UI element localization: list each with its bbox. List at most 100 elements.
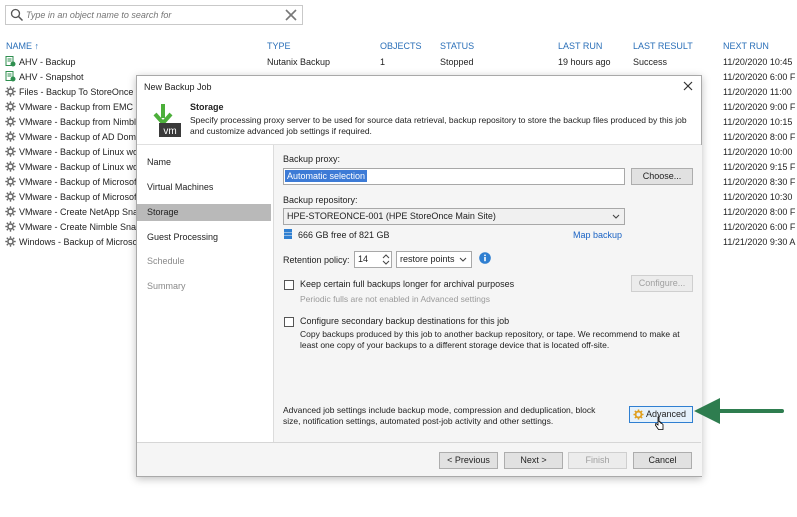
wizard-footer: < Previous Next > Finish Cancel: [137, 443, 701, 476]
secondary-destination-note: Copy backups produced by this job to ano…: [300, 329, 680, 350]
retention-policy-label: Retention policy:: [283, 255, 350, 265]
retention-count-stepper[interactable]: 14: [354, 251, 392, 268]
nav-item-label: Summary: [147, 281, 186, 291]
nutanix-job-icon: [5, 71, 16, 82]
annotation-arrow-icon: [694, 398, 784, 424]
cell-next-run: 11/20/2020 9:00 F: [723, 102, 796, 112]
nav-item-guest-processing[interactable]: Guest Processing: [137, 229, 271, 246]
gear-icon: [5, 101, 16, 112]
cell-next-run: 11/20/2020 6:00 F: [723, 72, 796, 82]
column-header-objects[interactable]: OBJECTS: [380, 41, 422, 51]
gear-icon: [5, 116, 16, 127]
cell-next-run: 11/20/2020 10:30: [723, 192, 793, 202]
chevron-down-icon: [459, 257, 467, 262]
wizard-content: Backup proxy: Automatic selection Choose…: [273, 145, 702, 476]
wizard-nav: Name Virtual Machines Storage Guest Proc…: [137, 145, 272, 476]
gear-icon: [633, 409, 644, 420]
nav-item-label: Guest Processing: [147, 232, 219, 242]
column-header-last-result[interactable]: LAST RESULT: [633, 41, 693, 51]
cell-next-run: 11/21/2020 9:30 A: [723, 237, 796, 247]
map-backup-link[interactable]: Map backup: [573, 230, 622, 240]
gear-icon: [5, 161, 16, 172]
advanced-settings-description: Advanced job settings include backup mod…: [283, 405, 596, 426]
gear-icon: [5, 221, 16, 232]
next-button[interactable]: Next >: [504, 452, 563, 469]
wizard-step-title: Storage: [190, 102, 224, 112]
backup-repository-label: Backup repository:: [283, 195, 358, 205]
nav-item-storage[interactable]: Storage: [137, 204, 271, 221]
nav-item-schedule[interactable]: Schedule: [137, 253, 271, 270]
cell-last-result: Success: [633, 57, 668, 67]
cell-name: VMware - Backup of Linux wo: [19, 147, 137, 157]
cell-name: VMware - Backup of Microsof: [19, 192, 137, 202]
finish-button[interactable]: Finish: [568, 452, 627, 469]
choose-proxy-button[interactable]: Choose...: [631, 168, 693, 185]
stepper-arrows-icon[interactable]: [382, 253, 390, 266]
cell-name: VMware - Backup of AD Doma: [19, 132, 137, 142]
chevron-down-icon: [612, 214, 620, 219]
nav-item-label: Name: [147, 157, 172, 167]
cell-name: VMware - Create Nimble Snap: [19, 222, 137, 232]
retention-unit-value: restore points: [400, 254, 455, 264]
advanced-button-label: Advanced: [646, 409, 687, 419]
column-header-last-run[interactable]: LAST RUN: [558, 41, 602, 51]
search-input[interactable]: [26, 8, 276, 22]
cell-type: Nutanix Backup: [267, 57, 331, 67]
gear-icon: [5, 191, 16, 202]
backup-repository-value: HPE-STOREONCE-001 (HPE StoreOnce Main Si…: [287, 211, 496, 221]
vm-logo-text: vm: [163, 126, 176, 137]
retention-unit-select[interactable]: restore points: [396, 251, 472, 268]
table-row[interactable]: AHV - Backup Nutanix Backup 1 Stopped 19 hou…: [0, 55, 797, 70]
search-icon: [10, 8, 24, 22]
cell-next-run: 11/20/2020 10:00: [723, 147, 793, 157]
secondary-destination-checkbox[interactable]: [284, 317, 294, 327]
cell-next-run: 11/20/2020 8:30 F: [723, 177, 796, 187]
nav-item-virtual-machines[interactable]: Virtual Machines: [137, 179, 271, 196]
info-icon[interactable]: [479, 252, 491, 264]
column-header-name[interactable]: NAME ↑: [6, 41, 39, 51]
previous-button[interactable]: < Previous: [439, 452, 498, 469]
cell-name: VMware - Backup of Linux wo: [19, 162, 137, 172]
nav-item-name[interactable]: Name: [137, 154, 271, 171]
cell-next-run: 11/20/2020 6:00 F: [723, 222, 796, 232]
backup-proxy-label: Backup proxy:: [283, 154, 341, 164]
cell-name: Windows - Backup of Microso: [19, 237, 137, 247]
wizard-header: vm Storage Specify processing proxy serv…: [137, 96, 701, 145]
configure-button[interactable]: Configure...: [631, 275, 693, 292]
column-header-next-run[interactable]: NEXT RUN: [723, 41, 769, 51]
cell-next-run: 11/20/2020 11:00: [723, 87, 792, 97]
cell-next-run: 11/20/2020 8:00 F: [723, 207, 796, 217]
archival-note: Periodic fulls are not enabled in Advanc…: [300, 294, 490, 304]
cell-next-run: 11/20/2020 10:15: [723, 117, 793, 127]
clear-search-icon[interactable]: [284, 8, 298, 22]
nutanix-job-icon: [5, 56, 16, 67]
backup-repository-select[interactable]: HPE-STOREONCE-001 (HPE StoreOnce Main Si…: [283, 208, 625, 225]
cell-next-run: 11/20/2020 8:00 F: [723, 132, 796, 142]
cell-objects: 1: [380, 57, 386, 67]
gear-icon: [5, 206, 16, 217]
nav-item-label: Storage: [147, 207, 179, 217]
cell-name: AHV - Snapshot: [19, 72, 84, 82]
archival-label: Keep certain full backups longer for arc…: [300, 279, 515, 289]
close-icon[interactable]: [681, 79, 695, 93]
search-box[interactable]: [5, 5, 303, 25]
column-header-type[interactable]: TYPE: [267, 41, 291, 51]
mouse-cursor-icon: [655, 416, 664, 430]
storage-database-icon: [284, 229, 292, 239]
cancel-button[interactable]: Cancel: [633, 452, 692, 469]
gear-icon: [5, 86, 16, 97]
column-header-status[interactable]: STATUS: [440, 41, 474, 51]
retention-count-value: 14: [358, 254, 369, 264]
cell-name: VMware - Backup from Nimbl: [19, 117, 137, 127]
wizard-step-description: Specify processing proxy server to be us…: [190, 115, 687, 136]
gear-icon: [5, 236, 16, 247]
backup-proxy-field[interactable]: Automatic selection: [283, 168, 625, 185]
cell-name: VMware - Backup of Microsof: [19, 177, 137, 187]
cell-name: VMware - Create NetApp Snap: [19, 207, 137, 217]
cell-next-run: 11/20/2020 10:45: [723, 57, 793, 67]
nav-item-summary[interactable]: Summary: [137, 278, 271, 295]
gear-icon: [5, 146, 16, 157]
nav-item-label: Virtual Machines: [147, 182, 214, 192]
archival-checkbox[interactable]: [284, 280, 294, 290]
cell-name: AHV - Backup: [19, 57, 76, 67]
